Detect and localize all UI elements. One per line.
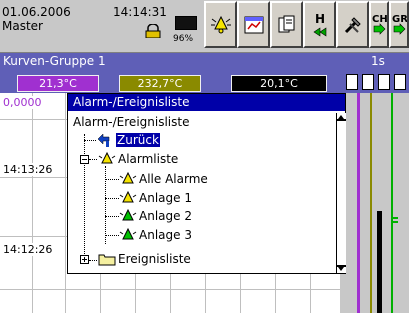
bell-icon: [119, 190, 137, 203]
channel-marker-1: [346, 74, 358, 90]
tree-item-eventlist[interactable]: Ereignisliste: [118, 252, 191, 266]
bell-icon: [98, 151, 116, 164]
value-channel-2[interactable]: 232,7°C: [119, 75, 201, 92]
scroll-down-icon[interactable]: [338, 267, 344, 271]
pen-panel: [340, 93, 409, 313]
popup-tree: Zurück Alarmliste Alle Alarme Anlage 1 A…: [68, 94, 336, 275]
values-strip: 21,3°C 232,7°C 20,1°C: [0, 70, 409, 93]
group-title: Kurven-Gruppe 1: [3, 54, 106, 68]
gr-label: GR: [392, 14, 407, 25]
status-date-mode: 01.06.2006 Master: [2, 5, 71, 33]
grid-vline: [65, 93, 66, 313]
green-bell-icon: [119, 208, 137, 221]
ch-label: CH: [372, 14, 387, 25]
alarm-event-popup: Alarm-/Ereignisliste Alarm-/Ereignislist…: [67, 93, 346, 274]
copy-button[interactable]: [270, 1, 303, 48]
calendar-icon: [244, 16, 263, 33]
calendar-button[interactable]: [237, 1, 270, 48]
battery-percent: 96%: [173, 34, 194, 44]
tree-item-back-label: Zurück: [116, 133, 160, 147]
tree-line: [89, 159, 97, 160]
tools-icon: [344, 16, 361, 33]
tree-line: [105, 235, 119, 236]
channel-marker-2: [362, 74, 374, 90]
lock-icon: [145, 24, 161, 38]
status-toolbar: 01.06.2006 Master 14:14:31 96% H CH GR: [0, 0, 409, 53]
time-label-1: 14:13:26: [3, 163, 53, 176]
svg-text:H: H: [315, 12, 325, 26]
alarm-bell-button[interactable]: [204, 1, 237, 48]
popup-scrollbar[interactable]: [336, 113, 346, 273]
tree-item-alarmlist[interactable]: Alarmliste: [118, 152, 178, 166]
green-bell-icon: [119, 227, 137, 240]
tree-item-anlage-1[interactable]: Anlage 1: [139, 191, 192, 205]
bell-icon: [119, 171, 137, 184]
pen-trace-1: [357, 93, 360, 313]
ch-arrow-icon: CH: [372, 14, 387, 35]
channel-marker-4: [394, 74, 406, 90]
tree-item-anlage-3[interactable]: Anlage 3: [139, 228, 192, 242]
tree-line: [105, 198, 119, 199]
pen-marker: [393, 221, 398, 223]
folder-icon: [98, 254, 116, 266]
tree-line: [89, 260, 97, 261]
time-label-2: 14:12:26: [3, 243, 53, 256]
pen-trace-2: [370, 93, 372, 313]
left-axis-value: 0,0000: [3, 96, 42, 109]
collapse-alarmlist-toggle[interactable]: [80, 155, 89, 164]
grid-vline: [32, 93, 33, 313]
bell-icon: [210, 15, 231, 33]
back-arrow-icon: [97, 133, 110, 147]
tree-line: [105, 216, 119, 217]
battery-indicator: 96%: [172, 13, 198, 45]
memory-block-icon: [175, 16, 197, 30]
expand-eventlist-toggle[interactable]: [80, 255, 89, 264]
status-mode: Master: [2, 19, 43, 33]
ch-button[interactable]: CH: [369, 1, 389, 48]
pen-marker: [393, 217, 398, 219]
scroll-top-bar: [337, 119, 346, 121]
status-date: 01.06.2006: [2, 5, 71, 19]
value-channel-3[interactable]: 20,1°C: [231, 75, 327, 92]
tree-item-all-alarms[interactable]: Alle Alarme: [139, 172, 208, 186]
tree-line: [84, 140, 96, 141]
tree-line: [84, 134, 85, 262]
tree-line: [105, 166, 106, 244]
gr-button[interactable]: GR: [389, 1, 409, 48]
status-time: 14:14:31: [113, 5, 167, 19]
pen-trace-3: [377, 211, 382, 313]
group-interval: 1s: [371, 54, 385, 68]
pen-trace-4: [391, 93, 393, 313]
tree-item-anlage-2[interactable]: Anlage 2: [139, 209, 192, 223]
pages-icon: [278, 15, 294, 32]
h-rewind-button[interactable]: H: [303, 1, 336, 48]
gr-arrow-icon: GR: [392, 14, 407, 35]
tree-line: [105, 179, 119, 180]
group-strip: Kurven-Gruppe 1 1s: [0, 53, 409, 70]
channel-marker-3: [378, 74, 390, 90]
h-rewind-icon: H: [312, 12, 326, 37]
tree-item-back[interactable]: Zurück: [116, 133, 160, 147]
value-channel-1[interactable]: 21,3°C: [17, 75, 99, 92]
tools-button[interactable]: [336, 1, 369, 48]
